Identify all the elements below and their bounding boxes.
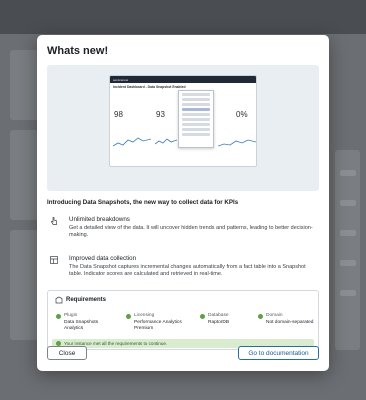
feature-improved-data-collection: Improved data collection The Data Snapsh…: [47, 255, 319, 285]
feature-description: Get a detailed view of the data. It will…: [69, 225, 313, 239]
check-icon: [258, 314, 263, 319]
feature-name: Improved data collection: [69, 255, 137, 262]
background-line: [340, 230, 356, 236]
screenshot-kpi-value: 98: [114, 110, 123, 119]
requirement-label: Licensing: [134, 313, 155, 318]
screenshot-sparkline: [218, 139, 256, 147]
background-header: [0, 0, 366, 34]
dialog-title: Whats new!: [47, 45, 109, 57]
background-line: [340, 290, 356, 296]
banner-text: Your instance met all the requirements t…: [64, 340, 168, 346]
requirement-label: Plugin: [64, 313, 78, 318]
screenshot-header: servicenow: [110, 76, 256, 83]
feature-description: The Data Snapshot captures incremental c…: [69, 264, 306, 278]
pointer-icon: [50, 217, 58, 225]
background-line: [340, 170, 356, 176]
dashboard-screenshot: servicenow Incident Dashboard - Data Sna…: [109, 75, 257, 167]
screenshot-brand: servicenow: [113, 77, 129, 82]
check-icon: [200, 314, 205, 319]
requirement-label: Domain: [266, 313, 283, 318]
intro-text: Introducing Data Snapshots, the new way …: [47, 199, 239, 206]
background-line: [340, 200, 356, 206]
requirement-value: Not domain-separated: [266, 320, 314, 325]
requirement-value: Performance Analytics Premium: [134, 320, 182, 331]
table-icon: [50, 256, 58, 264]
requirements-title: Requirements: [66, 297, 107, 303]
requirement-label: Database: [208, 313, 229, 318]
go-to-documentation-button[interactable]: Go to documentation: [238, 346, 319, 360]
requirement-value: RaptorDB: [208, 320, 230, 325]
screenshot-sparkline: [113, 137, 151, 147]
close-button[interactable]: Close: [47, 346, 87, 360]
check-icon: [126, 314, 131, 319]
background-line: [340, 260, 356, 266]
screenshot-kpi-value: 93: [156, 110, 165, 119]
preview-image: servicenow Incident Dashboard - Data Sna…: [47, 65, 319, 191]
screenshot-kpi-value: 0%: [236, 110, 248, 119]
background-card: [335, 150, 360, 350]
feature-unlimited-breakdowns: Unlimited breakdowns Get a detailed view…: [47, 216, 319, 246]
requirement-value: Data Snapshots Analytics: [64, 320, 99, 331]
whats-new-dialog: Whats new! servicenow Incident Dashboard…: [37, 35, 329, 371]
screenshot-dropdown: [178, 90, 214, 148]
screenshot-sparkline: [155, 138, 177, 145]
check-icon: [56, 314, 61, 319]
feature-name: Unlimited breakdowns: [69, 216, 130, 223]
requirements-panel: Requirements Plugin Data Snapshots Analy…: [47, 290, 319, 350]
requirements-icon: [55, 296, 63, 306]
